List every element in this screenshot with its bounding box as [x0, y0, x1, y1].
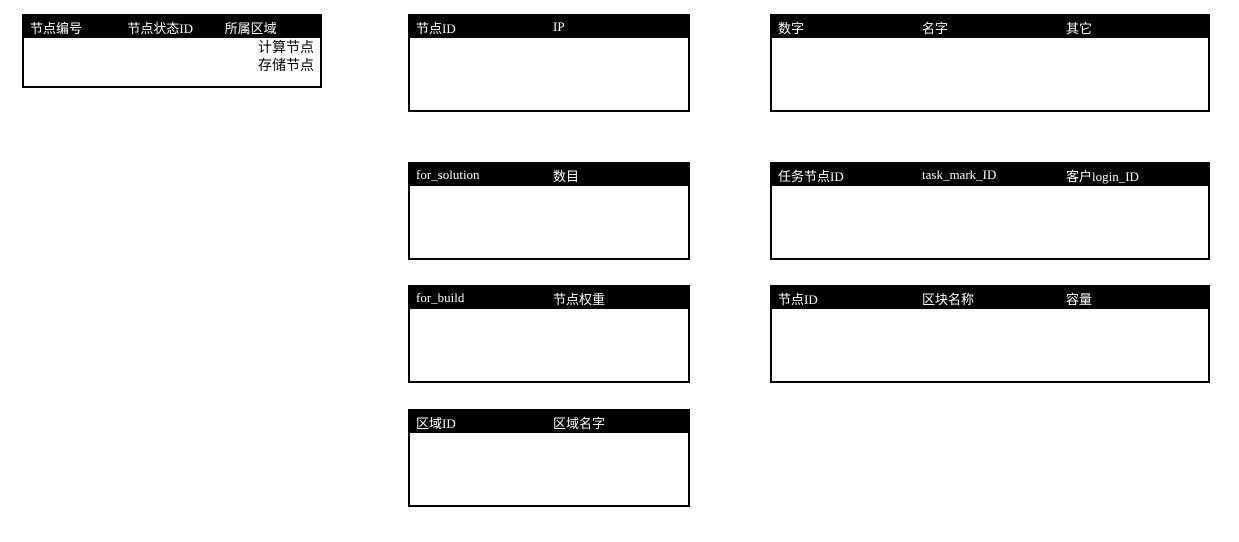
table-body: 计算节点 存储节点: [24, 38, 320, 86]
row-compute-node: 计算节点: [30, 40, 314, 58]
col-number: 数字: [778, 18, 914, 37]
table-header: 数字 名字 其它: [772, 16, 1208, 38]
table-body: [772, 309, 1208, 381]
table-header: 节点编号 节点状态ID 所属区域: [24, 16, 320, 38]
table-body: [410, 433, 688, 505]
table-for-build: for_build 节点权重: [408, 285, 690, 383]
col-client-login-id: 客户login_ID: [1066, 166, 1202, 185]
col-node-id: 节点ID: [416, 18, 545, 37]
col-capacity: 容量: [1066, 289, 1202, 308]
table-region: 区域ID 区域名字: [408, 409, 690, 507]
table-node-ip: 节点ID IP: [408, 14, 690, 112]
col-node-id: 节点编号: [30, 18, 119, 37]
table-body: [772, 38, 1208, 110]
table-body: [772, 186, 1208, 258]
col-node-state-id: 节点状态ID: [127, 18, 216, 37]
diagram-canvas: 节点编号 节点状态ID 所属区域 计算节点 存储节点 节点ID IP for_s…: [0, 0, 1239, 542]
col-task-mark-id: task_mark_ID: [922, 167, 1058, 183]
row-storage-node: 存储节点: [30, 58, 314, 76]
col-for-solution: for_solution: [416, 167, 545, 183]
table-body: [410, 309, 688, 381]
table-block: 节点ID 区块名称 容量: [770, 285, 1210, 383]
table-body: [410, 186, 688, 258]
table-header: for_solution 数目: [410, 164, 688, 186]
col-node-id: 节点ID: [778, 289, 914, 308]
col-region-name: 区域名字: [553, 413, 682, 432]
col-task-node-id: 任务节点ID: [778, 166, 914, 185]
table-node-ownership: 节点编号 节点状态ID 所属区域 计算节点 存储节点: [22, 14, 322, 88]
col-block-name: 区块名称: [922, 289, 1058, 308]
table-header: for_build 节点权重: [410, 287, 688, 309]
col-ip: IP: [553, 19, 682, 35]
table-header: 区域ID 区域名字: [410, 411, 688, 433]
col-name: 名字: [922, 18, 1058, 37]
col-count: 数目: [553, 166, 682, 185]
table-task: 任务节点ID task_mark_ID 客户login_ID: [770, 162, 1210, 260]
table-header: 任务节点ID task_mark_ID 客户login_ID: [772, 164, 1208, 186]
table-header: 节点ID 区块名称 容量: [772, 287, 1208, 309]
table-for-solution: for_solution 数目: [408, 162, 690, 260]
col-region-id: 区域ID: [416, 413, 545, 432]
col-other: 其它: [1066, 18, 1202, 37]
table-number-name-other: 数字 名字 其它: [770, 14, 1210, 112]
table-body: [410, 38, 688, 110]
table-header: 节点ID IP: [410, 16, 688, 38]
col-for-build: for_build: [416, 290, 545, 306]
col-node-weight: 节点权重: [553, 289, 682, 308]
col-region: 所属区域: [225, 18, 314, 37]
